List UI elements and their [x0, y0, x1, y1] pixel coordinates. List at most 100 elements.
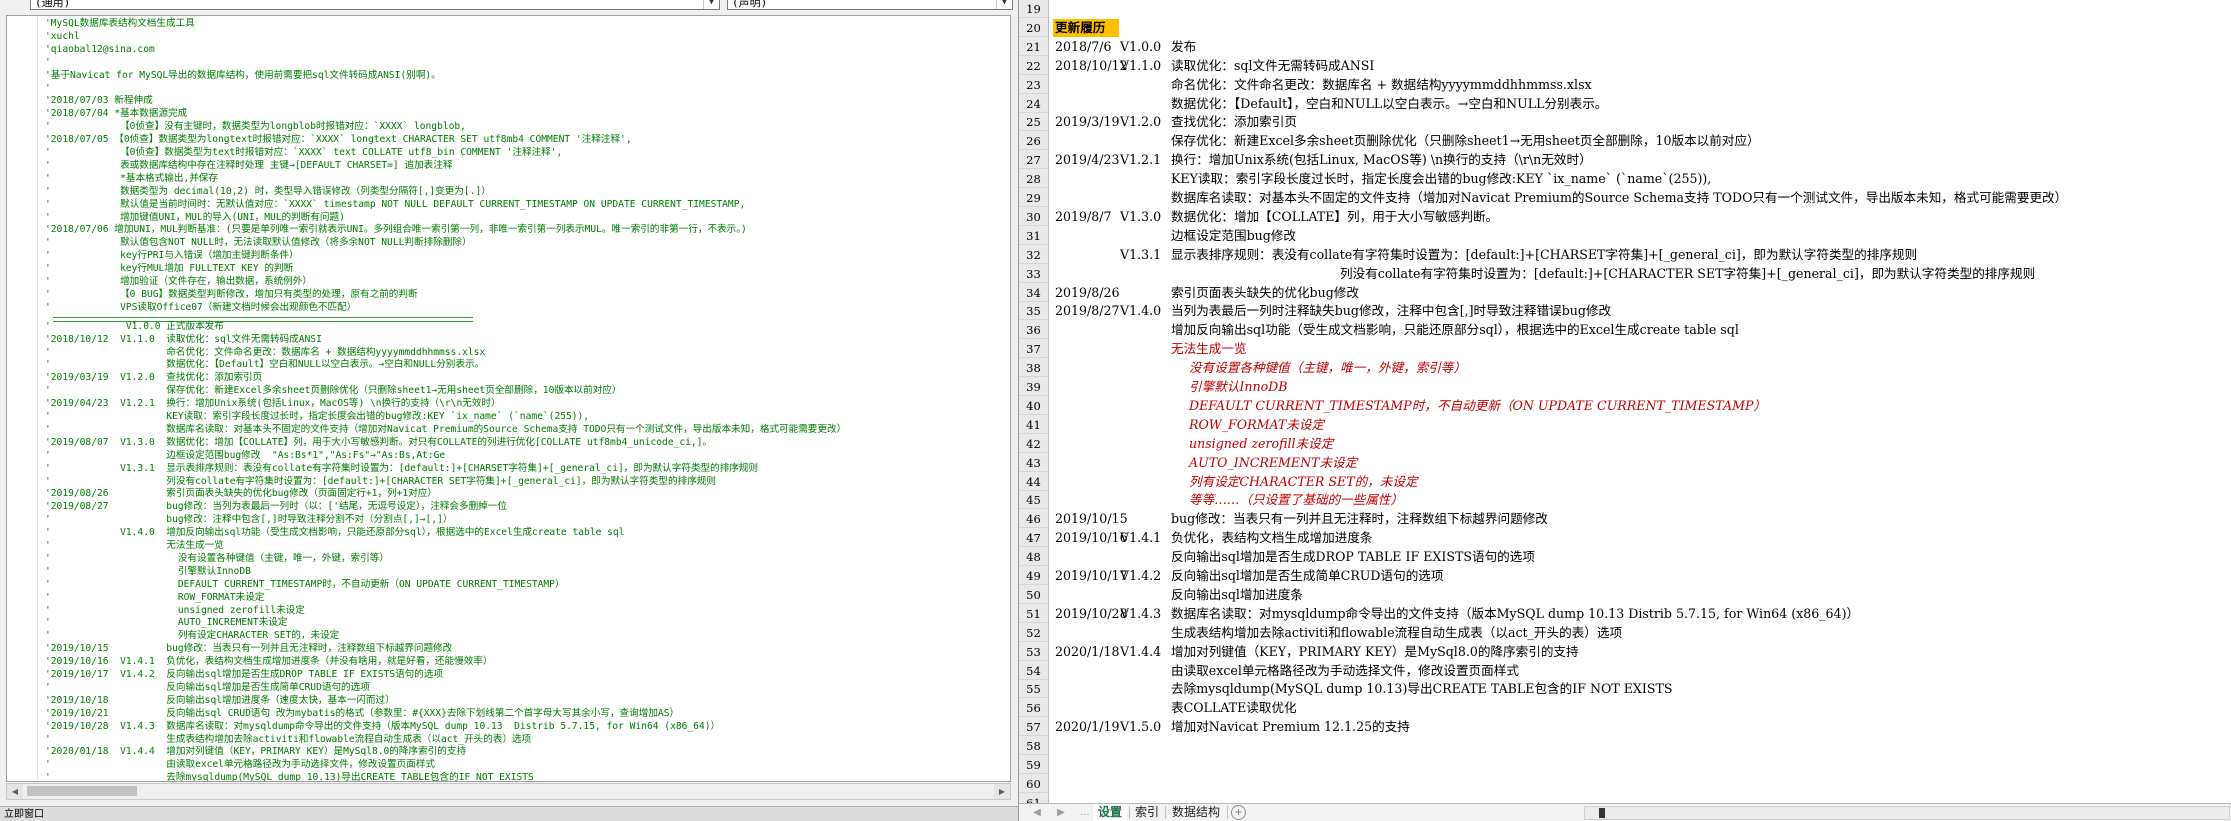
row-number[interactable]: 60 — [1019, 775, 1048, 793]
version-cell[interactable]: V1.2.1 — [1120, 151, 1161, 169]
description-cell[interactable]: 数据库名读取：对mysqldump命令导出的文件支持（版本MySQL dump … — [1171, 605, 1859, 623]
description-cell[interactable]: 换行：增加Unix系统(包括Linux, MacOS等) \n换行的支持（\r\… — [1171, 151, 1592, 169]
description-cell[interactable]: 增加对Navicat Premium 12.1.25的支持 — [1171, 718, 1410, 736]
description-cell[interactable]: 列没有collate有字符集时设置为：[default:]+[CHARACTER… — [1340, 265, 2035, 283]
row-number[interactable]: 27 — [1019, 151, 1048, 170]
section-header-cell[interactable]: 更新履历 — [1053, 18, 1119, 37]
row-number[interactable]: 19 — [1019, 0, 1048, 18]
row-number[interactable]: 54 — [1019, 662, 1048, 680]
row-number[interactable]: 23 — [1019, 76, 1048, 94]
row-number[interactable]: 26 — [1019, 132, 1048, 151]
description-cell[interactable]: 生成表结构增加去除activiti和flowable流程自动生成表（以act_开… — [1171, 624, 1622, 642]
row-number[interactable]: 52 — [1019, 624, 1048, 642]
description-cell[interactable]: 列有设定CHARACTER SET的，未设定 — [1189, 473, 1418, 491]
row-number[interactable]: 48 — [1019, 548, 1048, 567]
version-cell[interactable]: V1.4.1 — [1120, 529, 1161, 547]
description-cell[interactable]: 引擎默认InnoDB — [1189, 378, 1288, 396]
row-number[interactable]: 20 — [1019, 19, 1048, 37]
row-number[interactable]: 44 — [1019, 473, 1048, 491]
row-number[interactable]: 22 — [1019, 57, 1048, 75]
row-number[interactable]: 36 — [1019, 321, 1048, 340]
version-cell[interactable]: V1.4.3 — [1120, 605, 1161, 623]
row-number[interactable]: 39 — [1019, 378, 1048, 396]
description-cell[interactable]: 发布 — [1171, 38, 1196, 56]
row-number[interactable]: 56 — [1019, 699, 1048, 718]
date-cell[interactable]: 2019/8/26 — [1055, 284, 1120, 302]
tab-data-structure[interactable]: 数据结构 — [1167, 804, 1225, 821]
date-cell[interactable]: 2020/1/19 — [1055, 718, 1120, 736]
version-cell[interactable]: V1.4.0 — [1120, 302, 1161, 320]
tab-index[interactable]: 索引 — [1131, 804, 1163, 821]
description-cell[interactable]: 数据库名读取：对基本头不固定的文件支持（增加对Navicat Premium的S… — [1171, 189, 2067, 207]
tab-nav-prev-icon[interactable]: ◀ — [1025, 804, 1049, 821]
row-number[interactable]: 33 — [1019, 265, 1048, 283]
code-window[interactable]: 'MySQL数据库表结构文档生成工具'xuchl'qiaobal12@sina.… — [6, 15, 1011, 782]
version-cell[interactable]: V1.0.0 — [1120, 38, 1161, 56]
horizontal-scrollbar[interactable]: ◀ ▶ — [6, 783, 1011, 800]
row-number[interactable]: 28 — [1019, 170, 1048, 189]
row-number[interactable]: 55 — [1019, 680, 1048, 699]
description-cell[interactable]: 读取优化：sql文件无需转码成ANSI — [1171, 57, 1374, 75]
chevron-down-icon[interactable]: ▼ — [703, 0, 719, 9]
description-cell[interactable]: KEY读取：索引字段长度过长时，指定长度会出错的bug修改:KEY `ix_na… — [1171, 170, 1711, 188]
version-cell[interactable]: V1.4.2 — [1120, 567, 1161, 585]
date-cell[interactable]: 2020/1/18 — [1055, 643, 1120, 661]
version-cell[interactable]: V1.4.4 — [1120, 643, 1161, 661]
row-number[interactable]: 35 — [1019, 302, 1048, 321]
row-number[interactable]: 58 — [1019, 737, 1048, 756]
description-cell[interactable]: 增加反向输出sql功能（受生成文档影响，只能还原部分sql），根据选中的Exce… — [1171, 321, 1739, 339]
description-cell[interactable]: 无法生成一览 — [1171, 340, 1247, 358]
description-cell[interactable]: 负优化，表结构文档生成增加进度条 — [1171, 529, 1373, 547]
row-number[interactable]: 41 — [1019, 416, 1048, 434]
row-number[interactable]: 49 — [1019, 567, 1048, 585]
scroll-right-icon[interactable]: ▶ — [994, 784, 1010, 799]
description-cell[interactable]: DEFAULT CURRENT_TIMESTAMP时，不自动更新（ON UPDA… — [1189, 397, 1766, 415]
description-cell[interactable]: 等等……（只设置了基础的一些属性） — [1189, 491, 1403, 509]
description-cell[interactable]: 保存优化：新建Excel多余sheet页删除优化（只删除sheet1→无用she… — [1171, 132, 1760, 150]
description-cell[interactable]: 当列为表最后一列时注释缺失bug修改，注释中包含[,]时导致注释错误bug修改 — [1171, 302, 1611, 320]
description-cell[interactable]: 查找优化：添加索引页 — [1171, 113, 1297, 131]
date-cell[interactable]: 2019/4/23 — [1055, 151, 1120, 169]
description-cell[interactable]: 显示表排序规则：表没有collate有字符集时设置为：[default:]+[C… — [1171, 246, 1917, 264]
object-combo[interactable]: (通用) ▼ — [30, 0, 720, 10]
row-number[interactable]: 24 — [1019, 95, 1048, 113]
date-cell[interactable]: 2019/10/15 — [1055, 510, 1128, 528]
date-cell[interactable]: 2018/10/12 — [1055, 57, 1128, 75]
date-cell[interactable]: 2019/10/16 — [1055, 529, 1128, 547]
row-number[interactable]: 29 — [1019, 189, 1048, 207]
row-number[interactable]: 38 — [1019, 359, 1048, 378]
description-cell[interactable]: unsigned zerofill未设定 — [1189, 435, 1333, 453]
row-number[interactable]: 30 — [1019, 208, 1048, 226]
version-cell[interactable]: V1.5.0 — [1120, 718, 1161, 736]
row-number[interactable]: 59 — [1019, 756, 1048, 774]
row-number[interactable]: 53 — [1019, 643, 1048, 661]
description-cell[interactable]: 反向输出sql增加进度条 — [1171, 586, 1303, 604]
description-cell[interactable]: 去除mysqldump(MySQL dump 10.13)导出CREATE TA… — [1171, 680, 1673, 698]
row-number[interactable]: 21 — [1019, 38, 1048, 56]
description-cell[interactable]: bug修改：当表只有一列并且无注释时，注释数组下标越界问题修改 — [1171, 510, 1548, 528]
description-cell[interactable]: 反向输出sql增加是否生成简单CRUD语句的选项 — [1171, 567, 1443, 585]
date-cell[interactable]: 2019/3/19 — [1055, 113, 1120, 131]
description-cell[interactable]: 表COLLATE读取优化 — [1171, 699, 1297, 717]
description-cell[interactable]: 没有设置各种键值（主键，唯一，外键，索引等） — [1189, 359, 1466, 377]
description-cell[interactable]: 由读取excel单元格路径改为手动选择文件，修改设置页面样式 — [1171, 662, 1519, 680]
date-cell[interactable]: 2019/10/17 — [1055, 567, 1128, 585]
version-cell[interactable]: V1.3.0 — [1120, 208, 1161, 226]
row-number[interactable]: 46 — [1019, 510, 1048, 529]
scroll-thumb[interactable] — [27, 786, 137, 796]
row-number[interactable]: 32 — [1019, 246, 1048, 264]
row-number[interactable]: 25 — [1019, 113, 1048, 132]
description-cell[interactable]: ROW_FORMAT未设定 — [1189, 416, 1324, 434]
tab-nav-next-icon[interactable]: ▶ — [1049, 804, 1073, 821]
version-cell[interactable]: V1.1.0 — [1120, 57, 1161, 75]
row-number[interactable]: 34 — [1019, 284, 1048, 302]
description-cell[interactable]: 命名优化：文件命名更改：数据库名 + 数据结构yyyymmddhhmmss.xl… — [1171, 76, 1592, 94]
description-cell[interactable]: 反向输出sql增加是否生成DROP TABLE IF EXISTS语句的选项 — [1171, 548, 1535, 566]
row-number[interactable]: 57 — [1019, 718, 1048, 737]
date-cell[interactable]: 2019/8/27 — [1055, 302, 1120, 320]
description-cell[interactable]: 边框设定范围bug修改 — [1171, 227, 1296, 245]
date-cell[interactable]: 2019/8/7 — [1055, 208, 1112, 226]
add-sheet-icon[interactable]: + — [1231, 805, 1246, 820]
chevron-down-icon[interactable]: ▼ — [996, 0, 1012, 9]
scroll-thumb[interactable] — [1599, 808, 1605, 818]
